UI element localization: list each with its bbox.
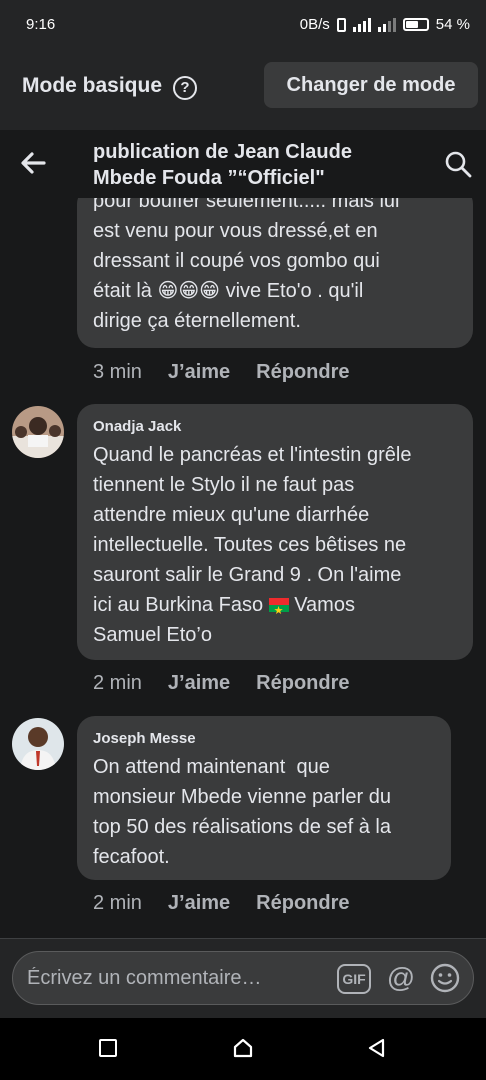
- like-button[interactable]: J’aime: [168, 672, 230, 695]
- comment-text-line: top 50 des réalisations de sef à la: [93, 816, 391, 838]
- comment-actions: 2 min J’aime Répondre: [93, 892, 350, 915]
- comment-list: pour bouffer seulement..... mais lui est…: [0, 198, 486, 938]
- change-mode-button[interactable]: Changer de mode: [264, 62, 478, 108]
- comment-author[interactable]: Onadja Jack: [93, 404, 457, 436]
- comment-input[interactable]: [27, 962, 327, 994]
- comment-bubble: pour bouffer seulement..... mais lui est…: [77, 198, 473, 348]
- arrow-left-icon[interactable]: [20, 150, 46, 176]
- comment-text-line: était là 😁😁😁 vive Eto'o . qu'il: [93, 280, 364, 302]
- comment-actions: 2 min J’aime Répondre: [93, 672, 350, 695]
- signal-2-icon: [377, 17, 396, 32]
- avatar-image: [12, 718, 64, 770]
- comment-text-line: fecafoot.: [93, 846, 170, 868]
- like-button[interactable]: J’aime: [168, 361, 230, 384]
- home-icon[interactable]: [232, 1037, 254, 1059]
- post-header: publication de Jean Claude Mbede Fouda ”…: [0, 130, 486, 198]
- mention-icon[interactable]: @: [385, 962, 417, 994]
- avatar-image: [12, 406, 64, 458]
- post-title: publication de Jean Claude Mbede Fouda ”…: [93, 141, 352, 189]
- battery-icon: [402, 18, 429, 31]
- status-time: 9:16: [26, 16, 56, 33]
- screen: 9:16 0B/s 54 % Mode basique ? Changer de…: [0, 0, 486, 1080]
- comment-input-wrapper: GIF @: [12, 951, 474, 1005]
- burkina-flag-icon: [268, 596, 289, 626]
- comment-text-line: On attend maintenant que: [93, 756, 330, 778]
- comment-time: 3 min: [93, 361, 142, 383]
- reply-button[interactable]: Répondre: [256, 672, 349, 695]
- signal-icon: [352, 17, 371, 32]
- comment-text-line: ici au Burkina Faso Vamos: [93, 590, 457, 626]
- mode-title: Mode basique: [22, 74, 163, 97]
- comment-text-line: attendre mieux qu'une diarrhée: [93, 504, 370, 526]
- comment-text-fragment: Vamos: [294, 594, 355, 616]
- comment-text-line: Quand le pancréas et l'intestin grêle: [93, 444, 412, 466]
- mode-bar: Mode basique ? Changer de mode: [0, 50, 486, 130]
- comment-time: 2 min: [93, 892, 142, 914]
- status-right: 0B/s 54 %: [300, 16, 470, 33]
- question-circle-icon[interactable]: ?: [173, 76, 197, 100]
- comment-composer: GIF @: [0, 938, 486, 1018]
- avatar[interactable]: [12, 718, 64, 770]
- comment-author[interactable]: Joseph Messe: [93, 716, 435, 748]
- search-icon[interactable]: [444, 150, 472, 178]
- battery-level: 54 %: [435, 16, 470, 33]
- comment-actions: 3 min J’aime Répondre: [93, 361, 350, 384]
- vibrate-icon: [336, 17, 346, 32]
- comment-text-line: intellectuelle. Toutes ces bêtises ne: [93, 534, 407, 556]
- status-bar: 9:16 0B/s 54 %: [0, 0, 486, 50]
- comment-text-line: dirige ça éternellement.: [93, 310, 301, 332]
- comment-text-fragment: ici au Burkina Faso: [93, 594, 264, 616]
- gif-icon[interactable]: GIF: [337, 964, 371, 994]
- system-navigation-bar: [0, 1018, 486, 1080]
- avatar[interactable]: [12, 406, 64, 458]
- comment-text-line: est venu pour vous dressé,et en: [93, 220, 378, 242]
- reply-button[interactable]: Répondre: [256, 892, 349, 915]
- comment-text-line: dressant il coupé vos gombo qui: [93, 250, 380, 272]
- back-triangle-icon[interactable]: [366, 1037, 388, 1059]
- comment-text-line: tiennent le Stylo il ne faut pas: [93, 474, 355, 496]
- like-button[interactable]: J’aime: [168, 892, 230, 915]
- reply-button[interactable]: Répondre: [256, 361, 349, 384]
- comment-text-line: sauront salir le Grand 9 . On l'aime: [93, 564, 402, 586]
- comment-bubble: Onadja Jack Quand le pancréas et l'intes…: [77, 404, 473, 660]
- comment-text-line: monsieur Mbede vienne parler du: [93, 786, 391, 808]
- comment-time: 2 min: [93, 672, 142, 694]
- recent-apps-icon[interactable]: [99, 1039, 117, 1057]
- comment-bubble: Joseph Messe On attend maintenant que mo…: [77, 716, 451, 880]
- network-speed: 0B/s: [299, 16, 330, 33]
- comment-text-line: pour bouffer seulement..... mais lui: [93, 198, 400, 212]
- emoji-icon[interactable]: [429, 962, 461, 994]
